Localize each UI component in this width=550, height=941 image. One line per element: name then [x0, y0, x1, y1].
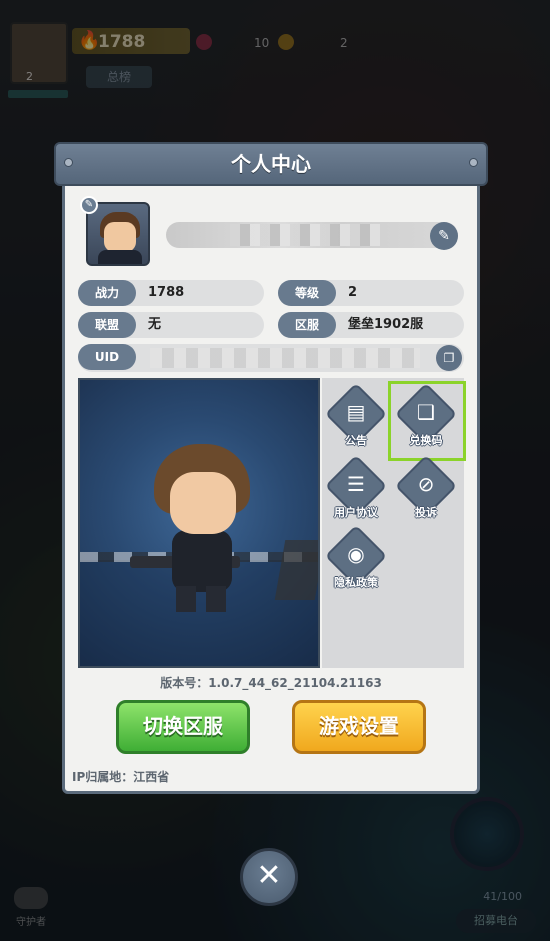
user-agreement-button[interactable]: ☰ 用户协议 [324, 454, 388, 526]
character-leg [176, 586, 196, 612]
complaint-label: 投诉 [415, 506, 437, 519]
notice-button[interactable]: ▤ 公告 [324, 382, 388, 454]
notice-icon: ▤ [346, 400, 366, 424]
ip-location-text: IP归属地：江西省 [72, 770, 170, 784]
rivet-icon [64, 158, 73, 167]
avatar-face [104, 222, 136, 252]
player-name-blurred [230, 224, 380, 246]
page-title: 个人中心 [231, 152, 311, 176]
copy-uid-button[interactable]: ❐ [436, 345, 462, 371]
power-value: 1788 [148, 285, 185, 300]
character-display [78, 378, 320, 668]
selection-highlight [388, 381, 466, 461]
alliance-value: 无 [148, 317, 162, 332]
notice-label: 公告 [345, 434, 367, 447]
avatar-body [98, 250, 142, 264]
game-settings-button[interactable]: 游戏设置 [292, 700, 426, 754]
power-field: 战力 1788 [78, 280, 264, 306]
level-value: 2 [348, 285, 358, 300]
avatar-edit-icon[interactable]: ✎ [80, 196, 98, 214]
close-icon: ✕ [256, 858, 282, 893]
alliance-label: 联盟 [78, 312, 136, 338]
agreement-icon: ☰ [347, 472, 365, 496]
alliance-field: 联盟 无 [78, 312, 264, 338]
character-body [172, 530, 232, 592]
rivet-icon [469, 158, 478, 167]
privacy-policy-label: 隐私政策 [334, 576, 378, 589]
complaint-button[interactable]: ⊘ 投诉 [394, 454, 458, 526]
user-agreement-label: 用户协议 [334, 506, 378, 519]
server-label: 区服 [278, 312, 336, 338]
panel-title-bar: 个人中心 [54, 142, 488, 186]
switch-server-button[interactable]: 切换区服 [116, 700, 250, 754]
uid-label: UID [78, 344, 136, 370]
complaint-icon: ⊘ [417, 472, 435, 496]
uid-blurred [150, 348, 420, 368]
scene-crate [274, 540, 318, 600]
level-field: 等级 2 [278, 280, 464, 306]
version-text: 版本号：1.0.7_44_62_21104.21163 [160, 676, 382, 690]
privacy-policy-button[interactable]: ◉ 隐私政策 [324, 524, 388, 596]
edit-name-button[interactable]: ✎ [430, 222, 458, 250]
character-leg [206, 586, 226, 612]
server-field: 区服 堡垒1902服 [278, 312, 464, 338]
close-button[interactable]: ✕ [240, 848, 298, 906]
server-value: 堡垒1902服 [348, 317, 424, 332]
avatar[interactable] [86, 202, 150, 266]
privacy-icon: ◉ [347, 542, 365, 566]
character-face [170, 472, 236, 534]
level-label: 等级 [278, 280, 336, 306]
power-label: 战力 [78, 280, 136, 306]
